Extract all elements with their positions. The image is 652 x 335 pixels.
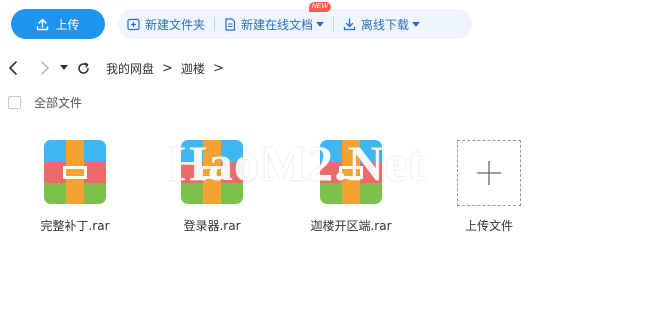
select-all-label: 全部文件 — [34, 96, 83, 110]
rar-archive-icon — [181, 140, 243, 204]
file-item[interactable]: 登录器.rar — [152, 140, 272, 240]
file-item[interactable]: 完整补丁.rar — [15, 140, 135, 240]
breadcrumb-separator-icon: > — [212, 60, 224, 76]
plus-icon — [477, 161, 501, 185]
select-all-row: 全部文件 — [8, 94, 82, 111]
select-all-checkbox[interactable] — [8, 96, 21, 109]
navigation-bar: 我的网盘 > 迦楼 > — [0, 56, 652, 80]
rar-archive-icon — [320, 140, 382, 204]
breadcrumb-root[interactable]: 我的网盘 — [106, 60, 154, 77]
history-dropdown-button[interactable] — [56, 57, 72, 79]
back-button[interactable] — [2, 57, 24, 79]
new-folder-label: 新建文件夹 — [145, 17, 206, 32]
rar-archive-icon — [44, 140, 106, 204]
new-badge: NEW — [308, 2, 332, 12]
file-name: 迦楼开区端.rar — [310, 219, 392, 233]
upload-file-tile[interactable]: 上传文件 — [429, 140, 549, 240]
refresh-button[interactable] — [72, 57, 94, 79]
upload-dropzone[interactable] — [457, 140, 521, 206]
breadcrumb-separator-icon: > — [162, 60, 173, 76]
chevron-down-icon — [316, 21, 325, 27]
breadcrumb: 我的网盘 > 迦楼 > — [106, 60, 232, 77]
caret-down-icon — [60, 65, 68, 70]
file-manager-page: 上传 新建文件夹 新建在线文档 NEW 离线下载 我的网盘 > 迦楼 > 全部文… — [0, 0, 652, 335]
new-folder-button[interactable]: 新建文件夹 — [118, 9, 214, 39]
upload-button[interactable]: 上传 — [11, 9, 105, 39]
upload-button-label: 上传 — [55, 17, 80, 32]
breadcrumb-current[interactable]: 迦楼 — [181, 60, 205, 77]
upload-tile-label: 上传文件 — [464, 219, 513, 233]
offline-download-button[interactable]: 离线下载 — [334, 9, 429, 39]
file-item[interactable]: 迦楼开区端.rar — [291, 140, 411, 240]
file-name: 登录器.rar — [183, 219, 241, 233]
forward-button[interactable] — [34, 57, 56, 79]
file-grid: 完整补丁.rar 登录器.rar 迦楼开区端.rar 上传文件 — [0, 140, 652, 250]
chevron-left-icon — [9, 61, 17, 75]
new-online-doc-button[interactable]: 新建在线文档 NEW — [215, 2, 333, 39]
upload-icon — [36, 18, 49, 31]
refresh-icon — [77, 62, 89, 74]
new-folder-icon — [127, 18, 140, 31]
chevron-right-icon — [41, 61, 49, 75]
toolbar: 新建文件夹 新建在线文档 NEW 离线下载 — [118, 2, 472, 39]
download-icon — [343, 17, 356, 31]
chevron-down-icon — [412, 21, 421, 27]
offline-download-label: 离线下载 — [361, 17, 410, 32]
document-icon — [224, 17, 236, 31]
file-name: 完整补丁.rar — [40, 219, 110, 233]
new-online-doc-label: 新建在线文档 — [241, 17, 314, 32]
